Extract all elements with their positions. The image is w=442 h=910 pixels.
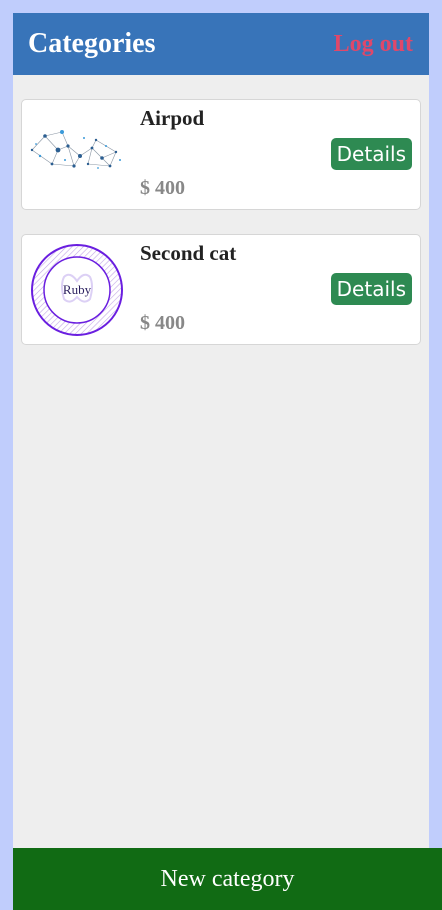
category-card: Airpod $ 400 Details — [21, 99, 421, 210]
ruby-logo-text: Ruby — [63, 282, 92, 297]
category-name: Airpod — [140, 106, 205, 130]
logout-link[interactable]: Log out — [334, 31, 413, 58]
category-price: $ 400 — [140, 312, 185, 334]
page-title: Categories — [28, 28, 156, 59]
details-button[interactable]: Details — [330, 273, 412, 305]
details-button[interactable]: Details — [330, 138, 412, 170]
app-container: Categories Log out Airpod $ 400 Details … — [13, 13, 429, 910]
category-name: Second cat — [140, 241, 237, 265]
category-card: Ruby Second cat $ 400 Details — [21, 234, 421, 345]
ruby-logo-image: Ruby — [30, 243, 124, 337]
category-price: $ 400 — [140, 177, 185, 199]
new-category-button[interactable]: New category — [13, 848, 442, 910]
new-category-label: New category — [160, 865, 295, 892]
top-bar: Categories Log out — [13, 13, 429, 75]
network-graph-image — [30, 108, 124, 202]
